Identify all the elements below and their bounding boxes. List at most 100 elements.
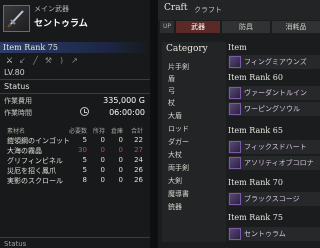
status-heading-bottom: Status xyxy=(4,240,27,248)
axe-icon[interactable]: ⚒ xyxy=(43,56,54,65)
category-item[interactable]: 銃器 xyxy=(168,202,182,212)
dagger-icon[interactable]: ↙ xyxy=(17,56,28,65)
rank-heading: Item Rank 75 xyxy=(228,213,283,222)
storage-count: 0 xyxy=(118,146,123,154)
divider xyxy=(0,93,150,94)
list-item[interactable]: セントゥラム xyxy=(228,227,320,241)
category-item[interactable]: 大杖 xyxy=(168,150,182,160)
item-name: セントゥラム xyxy=(244,230,286,238)
have-count: 0 xyxy=(100,156,105,164)
table-row[interactable]: 大海の霧晶 30 0 0 27 xyxy=(3,145,149,155)
category-item[interactable]: ダガー xyxy=(168,137,189,147)
table-row[interactable]: 災厄を招く鳳爪 5 0 0 26 xyxy=(3,165,149,175)
need-count: 5 xyxy=(82,166,87,174)
cost-label: 作業費用 xyxy=(4,97,32,105)
list-item[interactable]: ブラックスコージ xyxy=(228,192,320,206)
category-item[interactable]: 片手剣 xyxy=(168,62,189,72)
list-item[interactable]: ワーピングソウル xyxy=(228,102,320,116)
list-item[interactable]: アソリティオブコロナ xyxy=(228,156,320,170)
craft-header: Craft クラフト xyxy=(158,0,320,20)
table-row[interactable]: 実影のスクロール 8 0 0 26 xyxy=(3,175,149,185)
col-storage: 倉庫 xyxy=(110,128,123,135)
material-name: 実影のスクロール xyxy=(7,177,63,185)
col-have: 所持 xyxy=(92,128,105,135)
status-heading: Status xyxy=(4,82,30,91)
category-item[interactable]: 両手剣 xyxy=(168,163,189,173)
col-total: 合計 xyxy=(130,128,143,135)
tab-weapon[interactable]: 武器 xyxy=(176,21,220,33)
weapon-icon xyxy=(229,228,241,240)
item-name: ブラックスコージ xyxy=(244,195,300,203)
item-name: フィックスドハート xyxy=(244,143,307,151)
col-name: 素材名 xyxy=(7,128,26,135)
item-name: ワーピングソウル xyxy=(244,105,300,113)
tab-consumable[interactable]: 消耗品 xyxy=(272,21,320,33)
col-need: 必要数 xyxy=(69,128,88,135)
category-item[interactable]: 弓 xyxy=(168,86,175,96)
category-item[interactable]: 盾 xyxy=(168,74,175,84)
table-row[interactable]: グリフィンビネル 5 0 0 24 xyxy=(3,155,149,165)
category-list: Category 片手剣 盾 弓 杖 大盾 ロッド ダガー 大杖 両手剣 大剣 … xyxy=(162,42,226,242)
craft-panel: Craft クラフト UP 武器 防具 消耗品 Category 片手剣 盾 弓… xyxy=(158,0,320,248)
storage-count: 0 xyxy=(118,156,123,164)
sword-icon[interactable]: ⚔ xyxy=(4,56,15,65)
time-label: 作業時間 xyxy=(4,109,32,117)
category-item[interactable]: 魔導書 xyxy=(168,189,189,199)
need-count: 5 xyxy=(82,136,87,144)
category-item[interactable]: 杖 xyxy=(168,98,175,108)
need-count: 8 xyxy=(82,176,87,184)
item-name: ヴァーダントルイン xyxy=(244,89,307,97)
clock-icon xyxy=(80,107,89,116)
job-icon-row: ⚔ ↙ ╱ ⚒ ) ↗ xyxy=(4,56,149,66)
total-count: 26 xyxy=(134,166,143,174)
weapon-icon xyxy=(229,87,241,99)
craft-tabs: UP 武器 防具 消耗品 xyxy=(158,21,320,33)
weapon-name: セントゥラム xyxy=(34,19,88,29)
total-count: 22 xyxy=(134,136,143,144)
category-title: Category xyxy=(166,44,208,54)
total-count: 24 xyxy=(134,156,143,164)
need-count: 5 xyxy=(82,156,87,164)
list-item[interactable]: フィングミアウンズ xyxy=(228,55,320,69)
category-item[interactable]: 大剣 xyxy=(168,176,182,186)
table-header: 素材名 必要数 所持 倉庫 合計 xyxy=(3,125,149,135)
have-count: 0 xyxy=(100,146,105,154)
need-count: 30 xyxy=(78,146,87,154)
item-rank-bar: Item Rank 75 xyxy=(0,42,150,53)
sword-icon xyxy=(7,10,24,28)
up-button[interactable]: UP xyxy=(160,21,174,33)
table-row[interactable]: 鎧領鋼のインゴット 5 0 0 22 xyxy=(3,135,149,145)
have-count: 0 xyxy=(100,176,105,184)
materials-table: 素材名 必要数 所持 倉庫 合計 鎧領鋼のインゴット 5 0 0 22 大海の霧… xyxy=(3,125,149,185)
craft-title: Craft xyxy=(164,3,188,13)
have-count: 0 xyxy=(100,136,105,144)
divider xyxy=(0,237,150,238)
staff-icon[interactable]: ╱ xyxy=(30,56,41,65)
time-value: 06:00:00 xyxy=(109,108,145,117)
weapon-icon xyxy=(3,5,30,32)
rank-heading: Item Rank 70 xyxy=(228,178,283,187)
spear-icon[interactable]: ↗ xyxy=(69,56,80,65)
craft-title-jp: クラフト xyxy=(194,6,222,14)
list-item[interactable]: フィックスドハート xyxy=(228,140,320,154)
storage-count: 0 xyxy=(118,176,123,184)
item-rank-label: Item Rank 75 xyxy=(3,43,58,52)
weapon-type: メイン武器 xyxy=(34,5,69,13)
rank-heading: Item Rank 65 xyxy=(228,126,283,135)
item-name: アソリティオブコロナ xyxy=(244,159,314,167)
weapon-icon xyxy=(229,56,241,68)
category-item[interactable]: 大盾 xyxy=(168,111,182,121)
list-item[interactable]: ヴァーダントルイン xyxy=(228,86,320,100)
weapon-detail-panel: メイン武器 セントゥラム Item Rank 75 ⚔ ↙ ╱ ⚒ ) ↗ LV… xyxy=(0,0,150,248)
weapon-icon xyxy=(229,103,241,115)
item-name: フィングミアウンズ xyxy=(244,58,307,66)
total-count: 27 xyxy=(134,146,143,154)
level-label: LV.80 xyxy=(4,68,25,77)
tab-armor[interactable]: 防具 xyxy=(222,21,270,33)
bow-icon[interactable]: ) xyxy=(56,56,67,65)
weapon-icon xyxy=(229,157,241,169)
total-count: 26 xyxy=(134,176,143,184)
rank-heading: Item Rank 60 xyxy=(228,73,283,82)
category-item[interactable]: ロッド xyxy=(168,124,189,134)
weapon-icon xyxy=(229,193,241,205)
